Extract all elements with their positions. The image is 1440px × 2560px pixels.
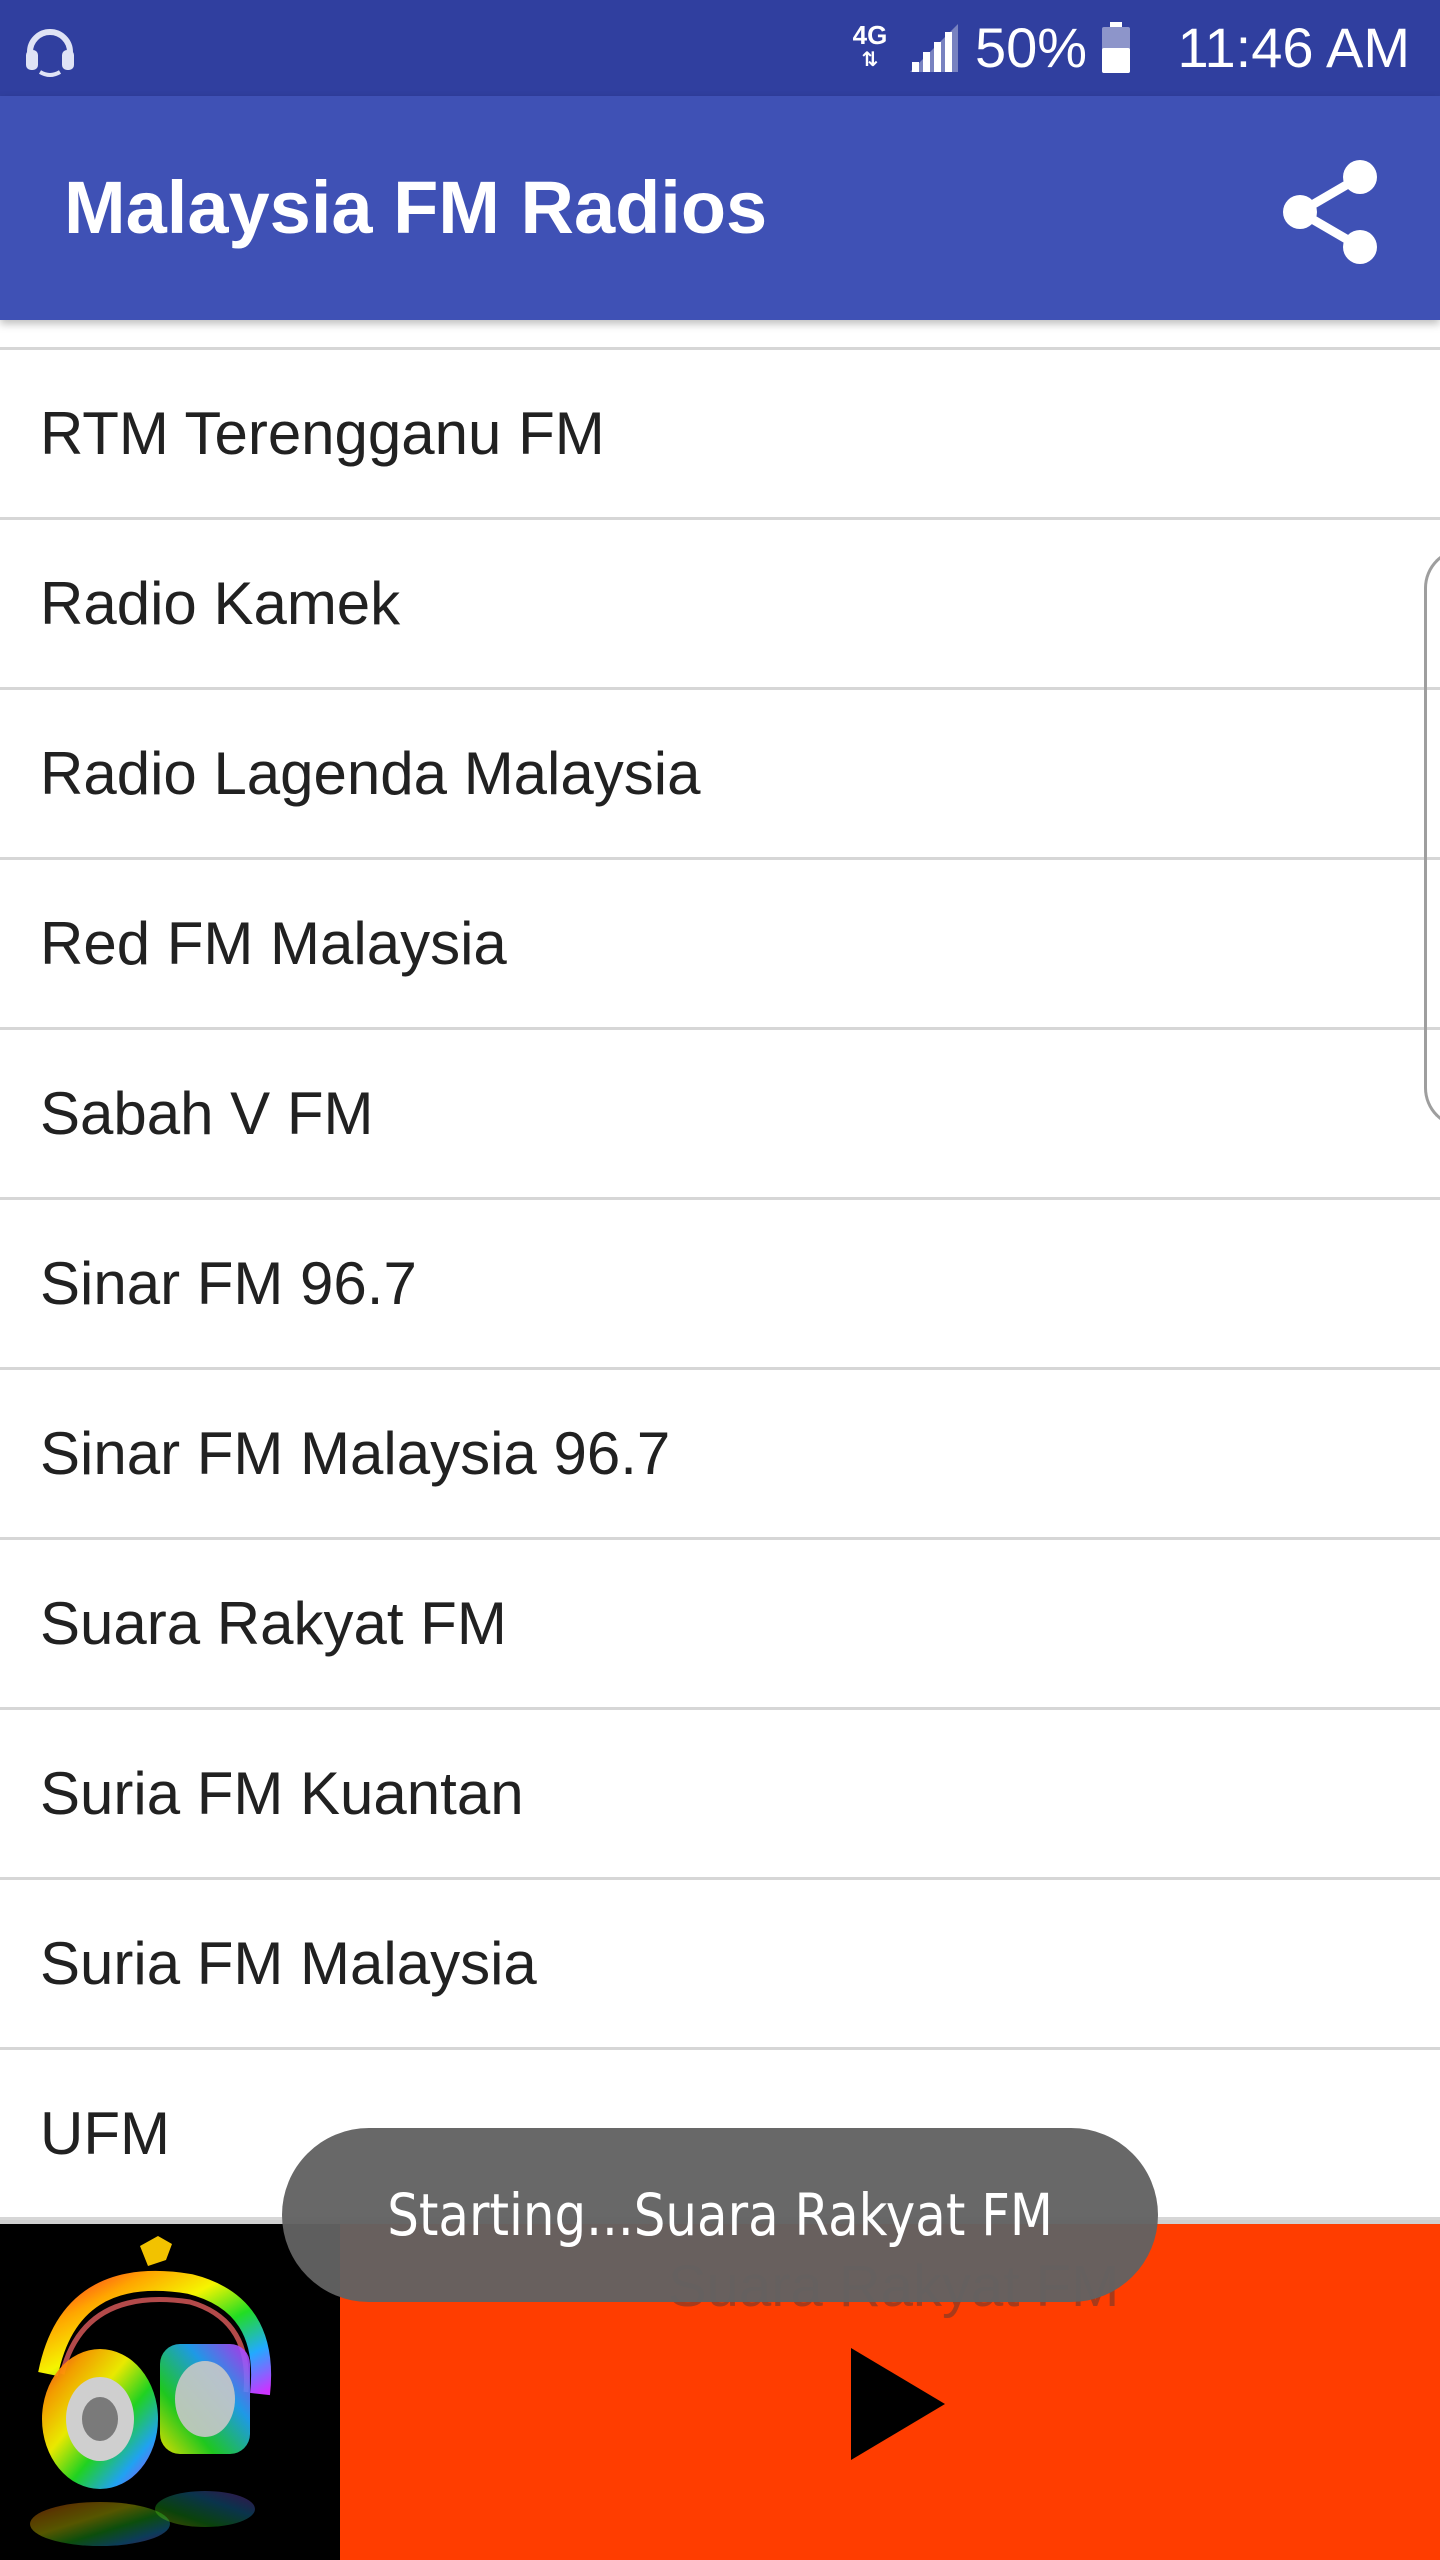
station-label: RTM Terengganu FM	[40, 400, 605, 467]
play-icon	[851, 2348, 945, 2460]
toast: Starting...Suara Rakyat FM	[282, 2128, 1158, 2302]
headphones-art-icon	[30, 2236, 272, 2546]
station-label: Sinar FM Malaysia 96.7	[40, 1420, 671, 1487]
list-item[interactable]: Suria FM Malaysia	[0, 1880, 1440, 2050]
edge-panel-handle[interactable]	[1424, 548, 1440, 1128]
play-button[interactable]	[830, 2334, 970, 2474]
station-label: Sabah V FM	[40, 1080, 374, 1147]
station-label: Suria FM Malaysia	[40, 1930, 537, 1997]
status-bar: 4G ⇅ 50% 11:46 AM	[0, 0, 1440, 96]
share-button[interactable]	[1260, 142, 1400, 282]
list-item[interactable]: Sinar FM Malaysia 96.7	[0, 1370, 1440, 1540]
signal-icon	[910, 24, 958, 72]
station-artwork	[0, 2224, 340, 2560]
station-label: Radio Kamek	[40, 570, 401, 637]
station-list[interactable]: RTM Terengganu FM Radio Kamek Radio Lage…	[0, 320, 1440, 2220]
headset-icon	[26, 29, 74, 77]
station-label: Red FM Malaysia	[40, 910, 507, 977]
app-bar: Malaysia FM Radios	[0, 96, 1440, 320]
page-title: Malaysia FM Radios	[64, 166, 768, 249]
clock: 11:46 AM	[1177, 16, 1410, 79]
list-item[interactable]: Sinar FM 96.7	[0, 1200, 1440, 1370]
list-item[interactable]: Radio Lagenda Malaysia	[0, 690, 1440, 860]
toast-message: Starting...Suara Rakyat FM	[387, 2181, 1053, 2249]
list-item[interactable]: Radio Kamek	[0, 520, 1440, 690]
list-item[interactable]: Suria FM Kuantan	[0, 1710, 1440, 1880]
battery-percent: 50%	[975, 16, 1088, 79]
network-4g-icon: 4G ⇅	[852, 20, 888, 71]
station-label: Radio Lagenda Malaysia	[40, 740, 701, 807]
list-item[interactable]: RTM Terengganu FM	[0, 350, 1440, 520]
station-label: Sinar FM 96.7	[40, 1250, 417, 1317]
list-item[interactable]: Suara Rakyat FM	[0, 1540, 1440, 1710]
battery-icon	[1102, 22, 1130, 73]
share-icon	[1283, 160, 1377, 264]
list-item[interactable]: Sabah V FM	[0, 1030, 1440, 1200]
station-label: Suria FM Kuantan	[40, 1760, 524, 1827]
station-label: UFM	[40, 2100, 170, 2167]
list-item[interactable]: Red FM Malaysia	[0, 860, 1440, 1030]
station-label: Suara Rakyat FM	[40, 1590, 507, 1657]
app-screen: 4G ⇅ 50% 11:46 AM Malaysia FM Radios RTM…	[0, 0, 1440, 2560]
network-label: 4G	[852, 20, 888, 50]
